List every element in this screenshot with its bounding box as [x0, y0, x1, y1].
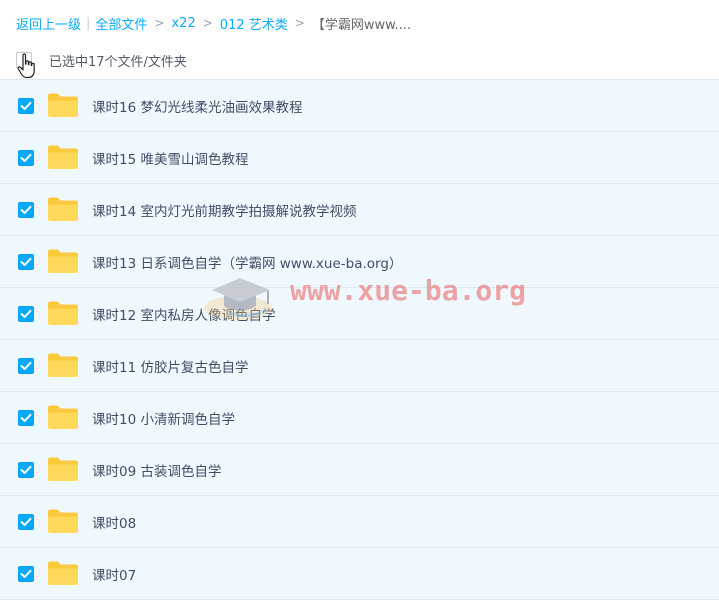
folder-icon — [47, 92, 79, 122]
folder-icon — [47, 248, 79, 278]
checkmark-icon — [20, 413, 32, 422]
row-checkbox[interactable] — [18, 357, 34, 374]
row-checkbox[interactable] — [18, 513, 34, 530]
file-name[interactable]: 课时07 — [92, 564, 136, 584]
list-item[interactable]: 课时15 唯美雪山调色教程 — [0, 132, 719, 184]
hand-pointer-icon — [17, 53, 35, 79]
file-name[interactable]: 课时09 古装调色自学 — [92, 460, 221, 480]
row-checkbox[interactable] — [18, 97, 34, 114]
breadcrumb-current: 【学霸网www.... — [311, 17, 412, 33]
checkmark-icon — [20, 309, 32, 318]
list-item[interactable]: 课时11 仿胶片复古色自学 — [0, 340, 719, 392]
all-files-link[interactable]: 全部文件 — [95, 14, 147, 33]
row-checkbox[interactable] — [18, 461, 34, 478]
folder-icon — [47, 300, 79, 330]
checkmark-icon — [20, 153, 32, 162]
list-item[interactable]: 课时16 梦幻光线柔光油画效果教程 — [0, 79, 719, 132]
row-checkbox[interactable] — [18, 565, 34, 582]
list-item[interactable]: 课时13 日系调色自学（学霸网 www.xue-ba.org） — [0, 236, 719, 288]
row-checkbox[interactable] — [18, 253, 34, 270]
file-name[interactable]: 课时13 日系调色自学（学霸网 www.xue-ba.org） — [92, 252, 402, 272]
list-item[interactable]: 课时08 — [0, 496, 719, 548]
folder-icon — [47, 560, 79, 590]
folder-icon — [47, 196, 79, 226]
file-name[interactable]: 课时11 仿胶片复古色自学 — [92, 356, 248, 376]
file-list: 课时16 梦幻光线柔光油画效果教程 课时15 唯美雪山调色教程课时14 室内灯光前… — [0, 79, 719, 600]
list-item[interactable]: 课时07 — [0, 548, 719, 600]
checkmark-icon — [20, 465, 32, 474]
file-name[interactable]: 课时14 室内灯光前期教学拍摄解说教学视频 — [92, 200, 356, 220]
selection-summary: 已选中17个文件/文件夹 — [49, 54, 187, 70]
file-name[interactable]: 课时16 梦幻光线柔光油画效果教程 — [92, 96, 302, 116]
checkmark-icon — [20, 361, 32, 370]
checkmark-icon — [20, 101, 32, 110]
file-name[interactable]: 课时12 室内私房人像调色自学 — [92, 304, 275, 324]
row-checkbox[interactable] — [18, 305, 34, 322]
folder-icon — [47, 144, 79, 174]
list-item[interactable]: 课时12 室内私房人像调色自学 — [0, 288, 719, 340]
file-name[interactable]: 课时08 — [92, 512, 136, 532]
breadcrumb-separator: > — [154, 16, 165, 30]
selection-bar: 已选中17个文件/文件夹 — [16, 49, 187, 71]
folder-icon — [47, 456, 79, 486]
breadcrumb-separator: > — [294, 16, 305, 30]
checkmark-icon — [20, 517, 32, 526]
breadcrumb: 返回上一级 | 全部文件 > x22 > 012 艺术类 > 【学霸网www..… — [16, 13, 411, 33]
breadcrumb-art-link[interactable]: 012 艺术类 — [220, 14, 288, 33]
list-item[interactable]: 课时09 古装调色自学 — [0, 444, 719, 496]
breadcrumb-divider: | — [86, 15, 91, 31]
file-name[interactable]: 课时15 唯美雪山调色教程 — [92, 148, 248, 168]
folder-icon — [47, 404, 79, 434]
breadcrumb-separator: > — [202, 16, 213, 30]
row-checkbox[interactable] — [18, 149, 34, 166]
back-link[interactable]: 返回上一级 — [16, 14, 81, 33]
row-checkbox[interactable] — [18, 201, 34, 218]
checkmark-icon — [20, 569, 32, 578]
checkmark-icon — [20, 205, 32, 214]
list-item[interactable]: 课时10 小清新调色自学 — [0, 392, 719, 444]
file-name[interactable]: 课时10 小清新调色自学 — [92, 408, 235, 428]
list-item[interactable]: 课时14 室内灯光前期教学拍摄解说教学视频 — [0, 184, 719, 236]
folder-icon — [47, 352, 79, 382]
breadcrumb-x22-link[interactable]: x22 — [171, 16, 195, 31]
checkmark-icon — [20, 257, 32, 266]
folder-icon — [47, 508, 79, 538]
row-checkbox[interactable] — [18, 409, 34, 426]
